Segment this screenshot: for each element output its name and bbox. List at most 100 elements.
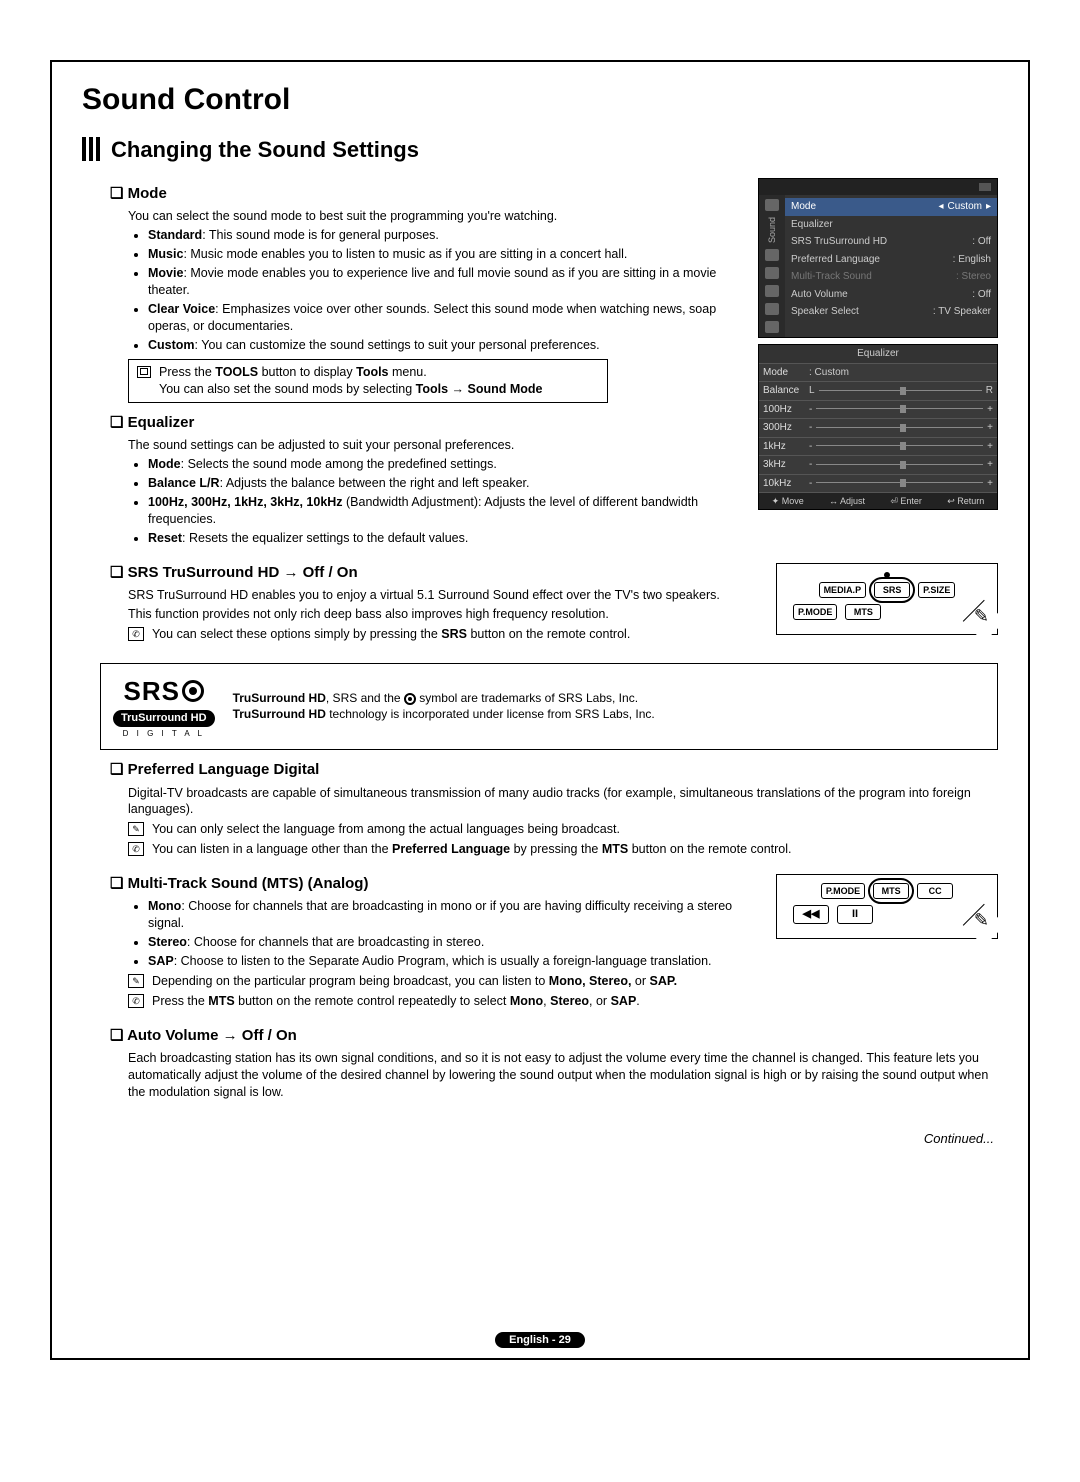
subtitle-bar: Changing the Sound Settings xyxy=(82,135,998,165)
osd-eq-mode-v: : Custom xyxy=(805,364,997,382)
tools-note-2b: Tools → Sound Mode xyxy=(416,382,543,396)
mts-n2h: SAP xyxy=(611,994,637,1008)
autovol-heading: Auto Volume → Off / On xyxy=(110,1026,998,1046)
eq-mode-b: Mode xyxy=(148,457,181,471)
remote-snippet-2: P.MODE MTS CC ◀◀ II ✎ xyxy=(776,874,998,939)
srs-logo-chip: TruSurround HD xyxy=(113,710,215,727)
osd-eq-title: Equalizer xyxy=(759,345,997,364)
osd-eq-balance-k: Balance xyxy=(759,382,805,401)
remote-btn-mediap: MEDIA.P xyxy=(819,582,867,598)
osd-eq-footer-item: ↩ Return xyxy=(947,495,984,507)
mode-custom-b: Custom xyxy=(148,338,195,352)
srs-trademark-box: SRS TruSurround HD D I G I T A L TruSurr… xyxy=(100,663,998,751)
mts-sap-b: SAP xyxy=(148,954,174,968)
tools-note-box: Press the TOOLS button to display Tools … xyxy=(128,359,608,403)
osd-equalizer: Equalizer Mode: Custom Balance LR 100Hz-… xyxy=(758,344,998,510)
eq-bal-b: Balance L/R xyxy=(148,476,220,490)
srs-p2: This function provides not only rich dee… xyxy=(128,606,764,623)
osd-eq-L: L xyxy=(809,384,815,398)
pref-lang-heading: Preferred Language Digital xyxy=(110,760,998,780)
srs-remote-note: ✆ You can select these options simply by… xyxy=(128,626,764,643)
eq-intro: The sound settings can be adjusted to su… xyxy=(128,437,746,454)
mts-n2f: Stereo xyxy=(550,994,589,1008)
osd-eq-footer-item: ↔ Adjust xyxy=(829,495,865,507)
mts-mono-b: Mono xyxy=(148,899,181,913)
osd-row: Auto Volume: Off xyxy=(791,286,991,304)
srs-p1: SRS TruSurround HD enables you to enjoy … xyxy=(128,587,764,604)
mts-n2g: , or xyxy=(589,994,611,1008)
srs-ring-icon xyxy=(182,680,204,702)
mts-n2c: button on the remote control repeatedly … xyxy=(235,994,510,1008)
osd-top-icon xyxy=(979,183,991,191)
mode-clear-b: Clear Voice xyxy=(148,302,215,316)
mts-n1b: Mono, Stereo, xyxy=(549,974,632,988)
mode-heading: Mode xyxy=(110,184,746,204)
mts-stereo-t: : Choose for channels that are broadcast… xyxy=(187,935,484,949)
srs-note-c: button on the remote control. xyxy=(467,627,630,641)
pl-n2a: You can listen in a language other than … xyxy=(152,842,392,856)
tools-note-1c: button to display xyxy=(258,365,356,379)
mts-n2a: Press the xyxy=(152,994,208,1008)
tools-note-1d: Tools xyxy=(356,365,388,379)
page-footer: English - 29 xyxy=(52,1330,1028,1348)
osd-eq-row: 3kHz-+ xyxy=(759,456,997,475)
eq-reset-b: Reset xyxy=(148,531,182,545)
mode-custom-t: : You can customize the sound settings t… xyxy=(195,338,600,352)
mode-clear-t: : Emphasizes voice over other sounds. Se… xyxy=(148,302,716,333)
eq-mode-t: : Selects the sound mode among the prede… xyxy=(181,457,497,471)
info-note-icon: ✎ xyxy=(128,974,144,988)
srs-note-b: SRS xyxy=(441,627,467,641)
page-border: Sound Control Changing the Sound Setting… xyxy=(50,60,1030,1360)
mode-list: Standard: This sound mode is for general… xyxy=(148,227,746,353)
remote-btn-srs: SRS xyxy=(874,582,910,598)
srs-note-a: You can select these options simply by p… xyxy=(152,627,441,641)
mts-n1a: Depending on the particular program bein… xyxy=(152,974,549,988)
osd-row: ModeCustom xyxy=(785,198,997,216)
continued-label: Continued... xyxy=(82,1130,994,1148)
osd-side-label: Sound xyxy=(766,217,778,243)
subtitle: Changing the Sound Settings xyxy=(111,135,419,165)
mode-standard-b: Standard xyxy=(148,228,202,242)
osd-eq-footer-item: ⏎ Enter xyxy=(890,495,922,507)
remote-note-icon: ✆ xyxy=(128,994,144,1008)
tools-note-1a: Press the xyxy=(159,365,215,379)
eq-bw-b: 100Hz, 300Hz, 1kHz, 3kHz, 10kHz xyxy=(148,495,343,509)
remote-btn-rewind: ◀◀ xyxy=(793,905,829,924)
osd-side-icon xyxy=(765,285,779,297)
osd-row: Preferred Language: English xyxy=(791,251,991,269)
mts-n2i: . xyxy=(636,994,639,1008)
srs-logo-digital: D I G I T A L xyxy=(113,729,215,740)
mode-music-b: Music xyxy=(148,247,183,261)
remote-btn-pmode: P.MODE xyxy=(821,883,865,899)
pl-n2e: button on the remote control. xyxy=(628,842,791,856)
osd-eq-row: 10kHz-+ xyxy=(759,474,997,493)
section-mts: Multi-Track Sound (MTS) (Analog) Mono: C… xyxy=(110,874,764,1010)
osd-sound-menu: Sound ModeCustomEqualizerSRS TruSurround… xyxy=(758,178,998,338)
remote-btn-cc: CC xyxy=(917,883,953,899)
mts-n2d: Mono xyxy=(510,994,543,1008)
page-title: Sound Control xyxy=(82,80,998,121)
mts-mono-t: : Choose for channels that are broadcast… xyxy=(148,899,732,930)
remote-btn-mts: MTS xyxy=(873,883,909,899)
srs-tm-l2-b: TruSurround HD xyxy=(233,707,326,721)
section-autovol: Auto Volume → Off / On Each broadcasting… xyxy=(110,1026,998,1101)
mts-n1c: or xyxy=(631,974,649,988)
srs-tm-l2-t: technology is incorporated under license… xyxy=(326,707,655,721)
srs-tm-l1-t: , SRS and the xyxy=(326,691,404,705)
info-note-icon: ✎ xyxy=(128,822,144,836)
tools-note-1b: TOOLS xyxy=(215,365,258,379)
title-stripes xyxy=(82,137,103,161)
osd-row: Multi-Track Sound: Stereo xyxy=(791,268,991,286)
pref-lang-n1: You can only select the language from am… xyxy=(152,821,620,838)
remote-btn-pause: II xyxy=(837,905,873,924)
osd-row: Equalizer xyxy=(791,216,991,234)
remote-btn-mts: MTS xyxy=(845,604,881,620)
pref-lang-p1: Digital-TV broadcasts are capable of sim… xyxy=(128,785,998,819)
pen-icon: ✎ xyxy=(974,604,989,628)
section-pref-lang: Preferred Language Digital Digital-TV br… xyxy=(110,760,998,858)
srs-logo-text: SRS xyxy=(124,674,180,709)
mts-n2b: MTS xyxy=(208,994,234,1008)
mts-n1d: SAP. xyxy=(650,974,678,988)
srs-heading: SRS TruSurround HD → Off / On xyxy=(110,563,764,583)
section-srs: SRS TruSurround HD → Off / On SRS TruSur… xyxy=(110,563,764,643)
